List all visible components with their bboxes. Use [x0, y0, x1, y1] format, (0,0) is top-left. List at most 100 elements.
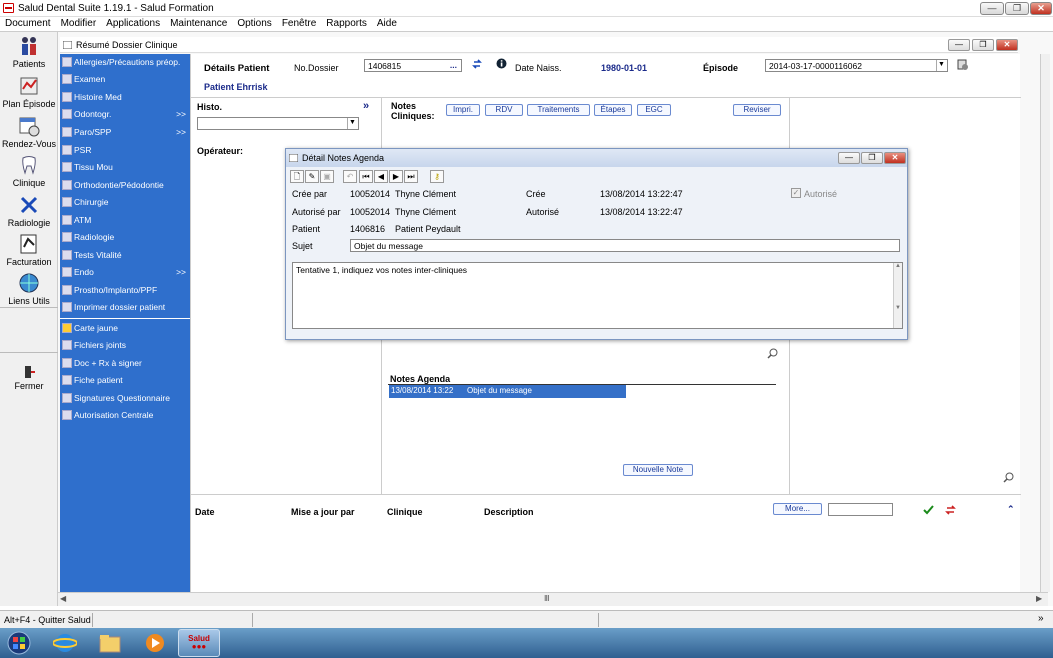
key-icon[interactable]: ⚷ — [430, 170, 444, 183]
item-label: Chirurgie — [74, 197, 109, 207]
dossier-lookup-button[interactable]: ... — [450, 60, 457, 70]
menu-maintenance[interactable]: Maintenance — [165, 17, 232, 31]
atm-icon — [62, 215, 72, 225]
nav-plan-episode[interactable]: Plan Épisode — [0, 75, 58, 109]
edit-icon[interactable]: ✎ — [305, 170, 319, 183]
vertical-scrollbar[interactable] — [1040, 54, 1050, 592]
nav-fermer[interactable]: Fermer — [0, 365, 58, 391]
new-note-button[interactable]: Nouvelle Note — [623, 464, 693, 476]
ie-icon[interactable] — [53, 632, 77, 654]
egc-button[interactable]: EGC — [637, 104, 671, 116]
nav-label: Radiologie — [7, 218, 51, 228]
menu-applications[interactable]: Applications — [101, 17, 165, 31]
salud-taskbar-button[interactable]: Salud ●●● — [178, 629, 220, 657]
last-record-icon[interactable]: ⏭ — [404, 170, 418, 183]
menu-fiche-patient[interactable]: Fiche patient — [60, 372, 190, 389]
dialog-minimize-button[interactable]: — — [838, 152, 860, 164]
save-icon[interactable]: ▣ — [320, 170, 334, 183]
menu-rapports[interactable]: Rapports — [321, 17, 372, 31]
child-close-button[interactable]: ✕ — [996, 39, 1018, 51]
menu-fichiers-joints[interactable]: Fichiers joints — [60, 337, 190, 354]
menu-psr[interactable]: PSR — [60, 142, 190, 159]
reviser-button[interactable]: Reviser — [733, 104, 781, 116]
episode-tools-icon[interactable] — [957, 59, 969, 71]
media-player-icon[interactable] — [143, 632, 167, 654]
menu-signatures[interactable]: Signatures Questionnaire — [60, 390, 190, 407]
dialog-restore-button[interactable]: ❐ — [861, 152, 883, 164]
menu-carte-jaune[interactable]: Carte jaune — [60, 320, 190, 337]
print-button[interactable]: Impri. — [446, 104, 480, 116]
collapse-up-icon[interactable]: ⌃ — [1007, 504, 1015, 515]
maximize-button[interactable]: ❐ — [1005, 2, 1029, 15]
menu-modifier[interactable]: Modifier — [56, 17, 102, 31]
nav-liens-utils[interactable]: Liens Utils — [0, 272, 58, 306]
filter-input[interactable] — [828, 503, 893, 516]
menu-fenetre[interactable]: Fenêtre — [277, 17, 321, 31]
search-icon[interactable] — [1003, 472, 1014, 483]
refresh-icon[interactable] — [472, 58, 482, 70]
scroll-left-icon[interactable]: ◀ — [60, 594, 66, 603]
menu-autorisation[interactable]: Autorisation Centrale — [60, 407, 190, 424]
minimize-button[interactable]: — — [980, 2, 1004, 15]
next-record-icon[interactable]: ▶ — [389, 170, 403, 183]
histo-expand-button[interactable]: » — [363, 100, 369, 112]
note-body-textarea[interactable]: Tentative 1, indiquez vos notes inter-cl… — [292, 262, 903, 329]
scroll-thumb[interactable]: Ⅲ — [544, 594, 550, 603]
info-icon[interactable] — [496, 58, 507, 69]
menu-odontogr[interactable]: Odontogr. >> — [60, 106, 190, 123]
menu-aide[interactable]: Aide — [372, 17, 402, 31]
traitements-button[interactable]: Traitements — [527, 104, 590, 116]
menu-atm[interactable]: ATM — [60, 212, 190, 229]
menu-document[interactable]: Document — [0, 17, 56, 31]
menu-histoire-med[interactable]: Histoire Med — [60, 89, 190, 106]
prev-record-icon[interactable]: ◀ — [374, 170, 388, 183]
nav-facturation[interactable]: Facturation — [0, 233, 58, 267]
menu-orthodontie[interactable]: Orthodontie/Pédodontie — [60, 177, 190, 194]
first-record-icon[interactable]: ⏮ — [359, 170, 373, 183]
horizontal-scrollbar[interactable]: ◀ Ⅲ ▶ — [58, 592, 1048, 606]
start-button-icon[interactable] — [6, 631, 32, 655]
expand-icon[interactable]: » — [1038, 613, 1044, 624]
menu-tests-vitalite[interactable]: Tests Vitalité — [60, 247, 190, 264]
sujet-field[interactable]: Objet du message — [350, 239, 900, 252]
episode-select[interactable]: 2014-03-17-0000116062 ▼ — [765, 59, 948, 72]
textarea-scrollbar[interactable]: ▲ ▼ — [893, 263, 902, 328]
more-button[interactable]: More... — [773, 503, 822, 515]
menu-radiologie[interactable]: Radiologie — [60, 229, 190, 246]
menu-imprimer-dossier[interactable]: Imprimer dossier patient — [60, 299, 190, 316]
child-minimize-button[interactable]: — — [948, 39, 970, 51]
no-dossier-field[interactable]: 1406815... — [364, 59, 462, 72]
rdv-button[interactable]: RDV — [485, 104, 523, 116]
menu-tissu-mou[interactable]: Tissu Mou — [60, 159, 190, 176]
app-icon — [3, 3, 14, 13]
check-icon[interactable] — [923, 504, 934, 515]
histo-select[interactable]: ▼ — [197, 117, 359, 130]
nav-clinique[interactable]: Clinique — [0, 154, 58, 188]
autorise-checkbox[interactable]: ✓ — [791, 188, 801, 198]
nav-rendez-vous[interactable]: Rendez-Vous — [0, 115, 58, 149]
swap-icon[interactable] — [945, 504, 956, 515]
menu-prostho[interactable]: Prostho/Implanto/PPF — [60, 282, 190, 299]
cree-date: 13/08/2014 13:22:47 — [600, 189, 683, 199]
nav-patients[interactable]: Patients — [0, 35, 58, 69]
child-restore-button[interactable]: ❐ — [972, 39, 994, 51]
menu-endo[interactable]: Endo >> — [60, 264, 190, 281]
menu-chirurgie[interactable]: Chirurgie — [60, 194, 190, 211]
print-icon — [62, 302, 72, 312]
menu-paro[interactable]: Paro/SPP >> — [60, 124, 190, 141]
scroll-right-icon[interactable]: ▶ — [1036, 594, 1042, 603]
search-icon[interactable] — [767, 348, 778, 359]
menu-doc-rx[interactable]: Doc + Rx à signer — [60, 355, 190, 372]
menu-examen[interactable]: Examen — [60, 71, 190, 88]
folder-icon[interactable] — [98, 632, 122, 654]
tooth-icon — [22, 156, 36, 175]
etapes-button[interactable]: Étapes — [594, 104, 632, 116]
agenda-row[interactable]: 13/08/2014 13:22 Objet du message — [389, 385, 626, 398]
new-icon[interactable]: 🗋 — [290, 170, 304, 183]
undo-icon[interactable]: ↶ — [343, 170, 357, 183]
menu-allergies[interactable]: Allergies/Précautions préop. — [60, 54, 190, 71]
nav-radiologie[interactable]: Radiologie — [0, 194, 58, 228]
dialog-close-button[interactable]: ✕ — [884, 152, 906, 164]
close-button[interactable]: ✕ — [1030, 2, 1052, 15]
menu-options[interactable]: Options — [232, 17, 276, 31]
